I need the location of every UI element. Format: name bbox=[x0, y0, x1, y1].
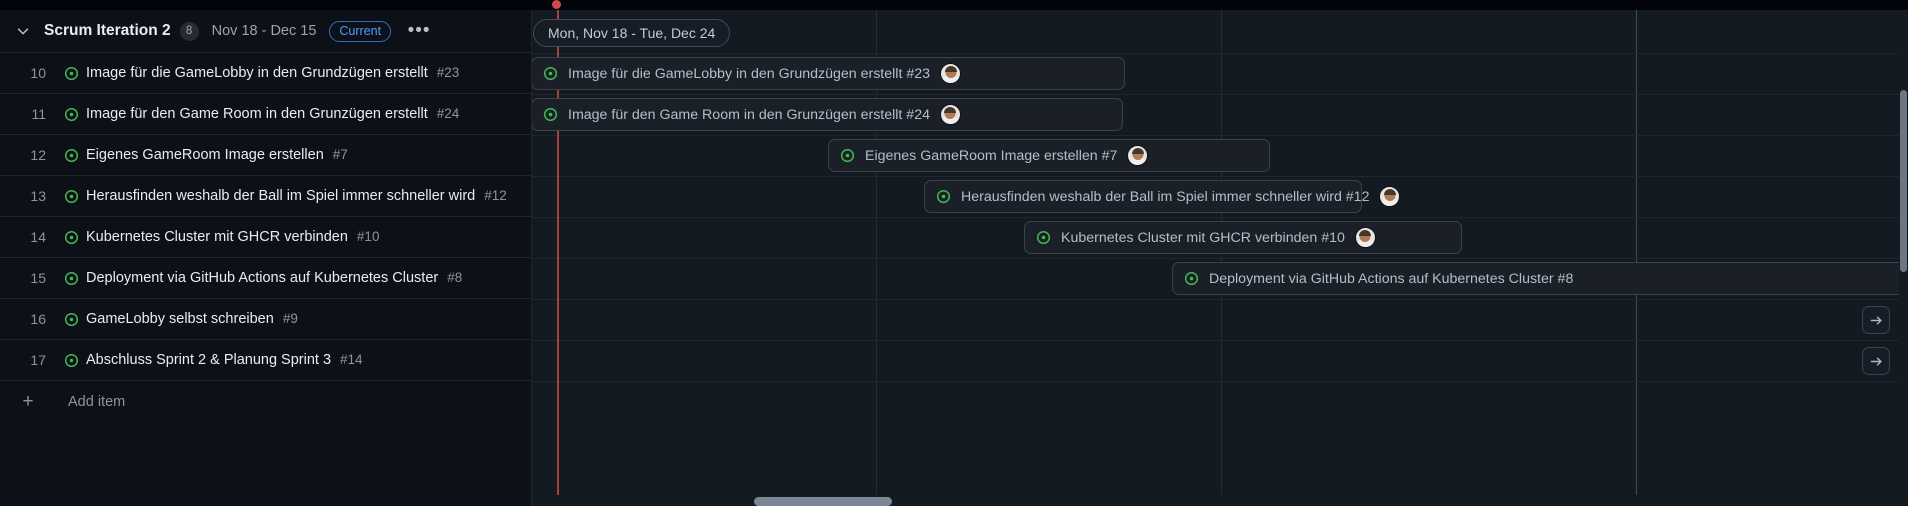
horizontal-scrollbar-thumb[interactable] bbox=[754, 497, 892, 506]
row-issue-ref: #23 bbox=[436, 65, 460, 80]
row-number: 14 bbox=[30, 229, 46, 245]
roadmap-view: Scrum Iteration 2 8 Nov 18 - Dec 15 Curr… bbox=[0, 0, 1908, 506]
row-title[interactable]: Image für den Game Room in den Grunzügen… bbox=[86, 106, 428, 122]
row-number: 13 bbox=[30, 188, 46, 204]
row-number: 11 bbox=[31, 106, 46, 122]
timeline-bar[interactable]: Herausfinden weshalb der Ball im Spiel i… bbox=[924, 180, 1401, 213]
timeline-bar-label: Eigenes GameRoom Image erstellen #7 bbox=[865, 147, 1118, 164]
avatar[interactable] bbox=[1127, 145, 1149, 166]
iteration-title: Scrum Iteration 2 bbox=[44, 22, 171, 39]
more-options-button[interactable]: ••• bbox=[405, 18, 433, 44]
row-separator bbox=[532, 53, 1908, 54]
arrow-right-icon bbox=[1870, 357, 1882, 365]
table-row[interactable]: 16 GameLobby selbst schreiben #9 bbox=[0, 299, 532, 340]
iteration-date-range: Nov 18 - Dec 15 bbox=[211, 23, 317, 39]
issue-open-icon bbox=[1182, 270, 1200, 288]
left-table-panel: Scrum Iteration 2 8 Nov 18 - Dec 15 Curr… bbox=[0, 10, 532, 506]
timeline-bar-label: Herausfinden weshalb der Ball im Spiel i… bbox=[961, 188, 1370, 205]
row-title[interactable]: Abschluss Sprint 2 & Planung Sprint 3 bbox=[86, 352, 331, 368]
row-title[interactable]: Kubernetes Cluster mit GHCR verbinden bbox=[86, 229, 348, 245]
row-title[interactable]: Herausfinden weshalb der Ball im Spiel i… bbox=[86, 188, 475, 204]
row-issue-ref: #12 bbox=[484, 188, 507, 203]
avatar[interactable] bbox=[1354, 227, 1376, 248]
timeline-bar-label: Kubernetes Cluster mit GHCR verbinden #1… bbox=[1061, 229, 1345, 246]
timeline-bar-label: Image für die GameLobby in den Grundzüge… bbox=[568, 65, 931, 82]
timeline-header-row: Mon, Nov 18 - Tue, Dec 24 bbox=[532, 10, 1908, 53]
vertical-scrollbar-thumb[interactable] bbox=[1900, 90, 1907, 272]
row-title[interactable]: Deployment via GitHub Actions auf Kubern… bbox=[86, 270, 438, 286]
row-separator bbox=[532, 94, 1908, 95]
issue-open-icon bbox=[56, 189, 86, 204]
iteration-range-capsule[interactable]: Mon, Nov 18 - Tue, Dec 24 bbox=[533, 19, 731, 47]
row-number: 17 bbox=[30, 352, 46, 368]
timeline-bar[interactable]: Image für den Game Room in den Grunzügen… bbox=[532, 98, 1123, 131]
avatar[interactable] bbox=[1379, 186, 1401, 207]
issue-open-icon bbox=[934, 188, 952, 206]
row-separator bbox=[532, 217, 1908, 218]
row-separator bbox=[532, 381, 1908, 382]
vertical-scrollbar[interactable] bbox=[1899, 10, 1908, 506]
row-issue-ref: #7 bbox=[332, 147, 348, 162]
timeline-bar[interactable]: Image für die GameLobby in den Grundzüge… bbox=[532, 57, 1125, 90]
timeline-bar[interactable]: Deployment via GitHub Actions auf Kubern… bbox=[1172, 262, 1908, 295]
issue-open-icon bbox=[56, 148, 86, 163]
issue-open-icon bbox=[541, 65, 559, 83]
today-marker-dot bbox=[552, 0, 561, 9]
row-separator bbox=[532, 340, 1908, 341]
timeline-bar-label: Image für den Game Room in den Grunzügen… bbox=[568, 106, 930, 123]
issue-open-icon bbox=[56, 107, 86, 122]
table-row[interactable]: 13 Herausfinden weshalb der Ball im Spiel… bbox=[0, 176, 532, 217]
table-row[interactable]: 12 Eigenes GameRoom Image erstellen #7 bbox=[0, 135, 532, 176]
table-row[interactable]: 15 Deployment via GitHub Actions auf Kube… bbox=[0, 258, 532, 299]
row-separator bbox=[532, 299, 1908, 300]
issue-open-icon bbox=[541, 106, 559, 124]
issue-open-icon bbox=[56, 230, 86, 245]
top-strip bbox=[0, 0, 1908, 10]
row-issue-ref: #9 bbox=[282, 311, 298, 326]
row-title[interactable]: GameLobby selbst schreiben bbox=[86, 311, 274, 327]
plus-icon: + bbox=[22, 391, 34, 412]
row-number: 12 bbox=[30, 147, 46, 163]
timeline-bar[interactable]: Eigenes GameRoom Image erstellen #7 bbox=[828, 139, 1270, 172]
timeline-bar-label: Deployment via GitHub Actions auf Kubern… bbox=[1209, 270, 1574, 287]
iteration-item-count: 8 bbox=[179, 21, 199, 41]
table-row[interactable]: 10 Image für die GameLobby in den Grundzü… bbox=[0, 53, 532, 94]
row-issue-ref: #10 bbox=[356, 229, 380, 244]
panel-divider bbox=[531, 10, 532, 506]
timeline-panel: Mon, Nov 18 - Tue, Dec 24 Image für die … bbox=[532, 10, 1908, 506]
arrow-right-icon bbox=[1870, 316, 1882, 324]
iteration-header-row: Scrum Iteration 2 8 Nov 18 - Dec 15 Curr… bbox=[0, 10, 532, 53]
row-issue-ref: #8 bbox=[447, 270, 463, 285]
scroll-to-item-arrow-button[interactable] bbox=[1862, 347, 1890, 375]
scroll-to-item-arrow-button[interactable] bbox=[1862, 306, 1890, 334]
row-separator bbox=[532, 176, 1908, 177]
avatar[interactable] bbox=[939, 104, 961, 125]
row-separator bbox=[532, 135, 1908, 136]
chevron-down-icon[interactable] bbox=[10, 18, 36, 44]
horizontal-scrollbar[interactable] bbox=[532, 495, 1900, 506]
timeline-bar[interactable]: Kubernetes Cluster mit GHCR verbinden #1… bbox=[1024, 221, 1462, 254]
row-separator bbox=[532, 258, 1908, 259]
status-badge: Current bbox=[329, 20, 392, 42]
issue-open-icon bbox=[56, 353, 86, 368]
row-title[interactable]: Image für die GameLobby in den Grundzüge… bbox=[86, 65, 428, 81]
row-title[interactable]: Eigenes GameRoom Image erstellen bbox=[86, 147, 324, 163]
row-issue-ref: #24 bbox=[436, 106, 460, 121]
avatar[interactable] bbox=[940, 63, 962, 84]
table-row[interactable]: 11 Image für den Game Room in den Grunzüg… bbox=[0, 94, 532, 135]
issue-open-icon bbox=[1034, 229, 1052, 247]
row-number: 16 bbox=[30, 311, 46, 327]
row-issue-ref: #14 bbox=[340, 352, 363, 367]
row-number: 15 bbox=[30, 270, 46, 286]
issue-open-icon bbox=[56, 271, 86, 286]
add-item-row[interactable]: + Add item bbox=[0, 381, 532, 422]
row-list: 10 Image für die GameLobby in den Grundzü… bbox=[0, 53, 532, 381]
issue-open-icon bbox=[56, 66, 86, 81]
table-row[interactable]: 17 Abschluss Sprint 2 & Planung Sprint 3 #… bbox=[0, 340, 532, 381]
add-item-label: Add item bbox=[68, 393, 126, 410]
issue-open-icon bbox=[56, 312, 86, 327]
issue-open-icon bbox=[838, 147, 856, 165]
table-row[interactable]: 14 Kubernetes Cluster mit GHCR verbinden #… bbox=[0, 217, 532, 258]
row-number: 10 bbox=[30, 65, 46, 81]
